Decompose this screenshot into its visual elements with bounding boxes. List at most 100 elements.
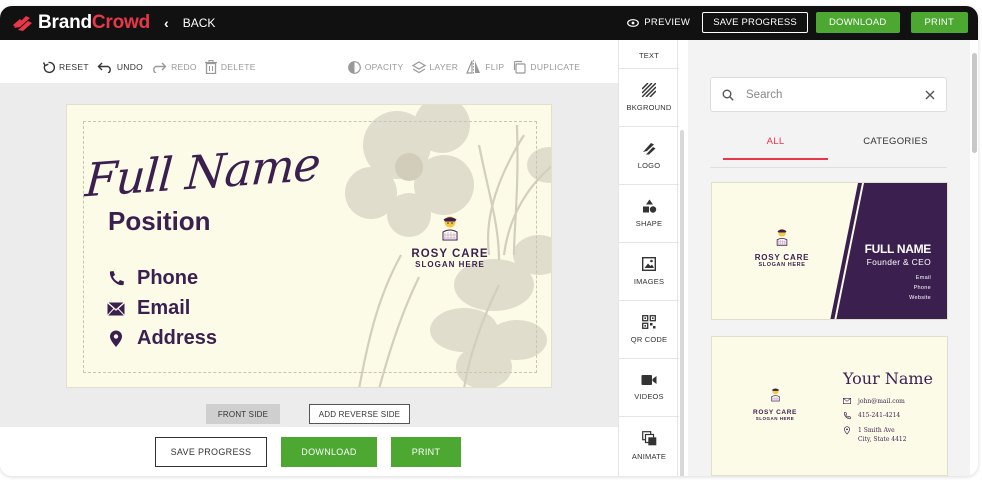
- location-pin-icon: [110, 330, 122, 347]
- shape-icon: [642, 199, 656, 213]
- undo-button[interactable]: UNDO: [97, 61, 143, 73]
- card-position[interactable]: Position: [108, 206, 211, 237]
- nurse-logo-icon: [776, 229, 788, 246]
- top-bar: BrandCrowd ‹ BACK PREVIEW SAVE PROGRESS …: [0, 6, 978, 40]
- card-email-row[interactable]: Email: [107, 297, 190, 320]
- header-download-button[interactable]: DOWNLOAD: [815, 12, 900, 33]
- template-1-website: Website: [909, 295, 931, 301]
- logo-icon: [643, 143, 656, 155]
- back-button[interactable]: ‹ BACK: [164, 15, 215, 31]
- add-reverse-side-button[interactable]: ADD REVERSE SIDE: [309, 404, 410, 424]
- print-button[interactable]: PRINT: [391, 437, 461, 467]
- duplicate-button[interactable]: DUPLICATE: [512, 60, 580, 74]
- sidenav-label-videos: VIDEOS: [634, 392, 664, 401]
- flip-button[interactable]: FLIP: [466, 60, 504, 74]
- reset-button[interactable]: RESET: [42, 61, 89, 74]
- tab-all[interactable]: ALL: [723, 136, 828, 160]
- nurse-logo-icon: [770, 388, 780, 402]
- template-2-email-row: john@mail.com: [843, 398, 905, 405]
- duplicate-icon: [514, 60, 527, 74]
- qr-code-icon: [642, 315, 656, 329]
- opacity-icon: [347, 60, 361, 74]
- template-1-phone: Phone: [913, 285, 931, 291]
- brand-word-2: Crowd: [91, 12, 151, 33]
- card-phone-text: Phone: [137, 267, 199, 289]
- template-panel: Search ALL CATEGORIES ROSY CARE SLOGAN H…: [688, 40, 970, 476]
- sidenav-item-qr-code[interactable]: QR CODE: [619, 301, 679, 359]
- phone-icon: [109, 270, 124, 285]
- tab-divider: [710, 167, 947, 168]
- background-icon: [642, 83, 656, 97]
- card-slogan: SLOGAN HERE: [415, 260, 485, 269]
- template-1-slogan: SLOGAN HERE: [758, 262, 806, 268]
- tab-categories[interactable]: CATEGORIES: [838, 136, 953, 160]
- header-print-button[interactable]: PRINT: [910, 12, 968, 33]
- brandcrowd-mark-icon: [13, 16, 32, 31]
- template-1-logo: ROSY CARE SLOGAN HERE: [742, 228, 822, 268]
- location-pin-icon: [843, 426, 851, 435]
- header-save-progress-button[interactable]: SAVE PROGRESS: [702, 12, 808, 33]
- redo-button[interactable]: REDO: [151, 61, 197, 73]
- template-card-2[interactable]: ROSY CARE SLOGAN HERE Your Name john@mai…: [711, 336, 948, 476]
- template-1-name: FULL NAME: [864, 242, 932, 256]
- template-2-address-line-2: City, State 4412: [858, 436, 907, 443]
- image-icon: [642, 257, 656, 271]
- flip-icon: [466, 60, 481, 74]
- undo-icon: [97, 62, 111, 73]
- reset-icon: [42, 61, 55, 73]
- sidenav-item-videos[interactable]: VIDEOS: [619, 359, 679, 417]
- opacity-label: OPACITY: [364, 62, 404, 72]
- sidenav-label-text: TEXT: [639, 51, 659, 60]
- sidenav-item-text[interactable]: TEXT: [619, 20, 679, 69]
- flip-label: FLIP: [485, 62, 505, 72]
- template-1-brand: ROSY CARE: [754, 253, 810, 262]
- front-side-button[interactable]: FRONT SIDE: [206, 404, 280, 424]
- delete-label: DELETE: [220, 62, 256, 72]
- sidenav-item-images[interactable]: IMAGES: [619, 243, 679, 301]
- close-icon[interactable]: [925, 90, 935, 100]
- bottom-action-bar: SAVE PROGRESS DOWNLOAD PRINT: [0, 427, 618, 476]
- template-1-role: Founder & CEO: [866, 257, 931, 267]
- delete-button[interactable]: DELETE: [204, 60, 256, 74]
- design-canvas: Full Name Position Phone Email Address R…: [0, 83, 618, 427]
- card-address-text: Address: [137, 327, 218, 349]
- trash-icon: [204, 60, 217, 74]
- template-2-address: 1 Smith Ave City, State 4412: [858, 426, 907, 444]
- template-card-1[interactable]: ROSY CARE SLOGAN HERE FULL NAME Founder …: [711, 182, 948, 320]
- sidenav-scrollbar[interactable]: [680, 130, 684, 476]
- back-label: BACK: [182, 16, 216, 30]
- card-email-text: Email: [137, 297, 191, 319]
- template-1-email: Email: [915, 275, 931, 281]
- download-button[interactable]: DOWNLOAD: [281, 437, 377, 467]
- animate-icon: [641, 431, 656, 446]
- duplicate-label: DUPLICATE: [530, 62, 581, 72]
- edit-toolbar: RESET UNDO REDO DELETE OPACITY LAYER FLI…: [0, 52, 618, 82]
- search-icon: [722, 89, 734, 101]
- template-2-email: john@mail.com: [858, 398, 905, 405]
- element-sidenav: TEXT BKGROUND LOGO SHAPE IMAGES QR CODE …: [618, 40, 679, 476]
- template-search-input[interactable]: Search: [710, 77, 947, 112]
- template-2-address-line-1: 1 Smith Ave: [858, 427, 895, 434]
- template-2-slogan: SLOGAN HERE: [755, 416, 795, 421]
- save-progress-button[interactable]: SAVE PROGRESS: [155, 437, 267, 467]
- brandcrowd-logo[interactable]: BrandCrowd: [12, 12, 150, 34]
- envelope-icon: [843, 398, 851, 404]
- card-brand-name: ROSY CARE: [411, 248, 489, 260]
- panel-scrollbar[interactable]: [972, 53, 977, 153]
- card-address-row[interactable]: Address: [107, 327, 217, 350]
- card-phone-row[interactable]: Phone: [107, 267, 198, 290]
- redo-icon: [153, 62, 167, 73]
- sidenav-item-logo[interactable]: LOGO: [619, 127, 679, 185]
- sidenav-label-images: IMAGES: [633, 277, 665, 286]
- business-card-front[interactable]: Full Name Position Phone Email Address R…: [66, 104, 552, 388]
- template-2-logo: ROSY CARE SLOGAN HERE: [740, 387, 810, 421]
- card-logo-group[interactable]: ROSY CARE SLOGAN HERE: [405, 215, 495, 269]
- opacity-button[interactable]: OPACITY: [347, 60, 404, 74]
- editor-window: BrandCrowd ‹ BACK PREVIEW SAVE PROGRESS …: [0, 6, 978, 476]
- sidenav-item-background[interactable]: BKGROUND: [619, 69, 679, 127]
- sidenav-label-logo: LOGO: [637, 161, 661, 170]
- sidenav-item-animate[interactable]: ANIMATE: [619, 417, 679, 475]
- nurse-logo-icon: [442, 216, 458, 241]
- layer-button[interactable]: LAYER: [411, 60, 459, 74]
- sidenav-item-shape[interactable]: SHAPE: [619, 185, 679, 243]
